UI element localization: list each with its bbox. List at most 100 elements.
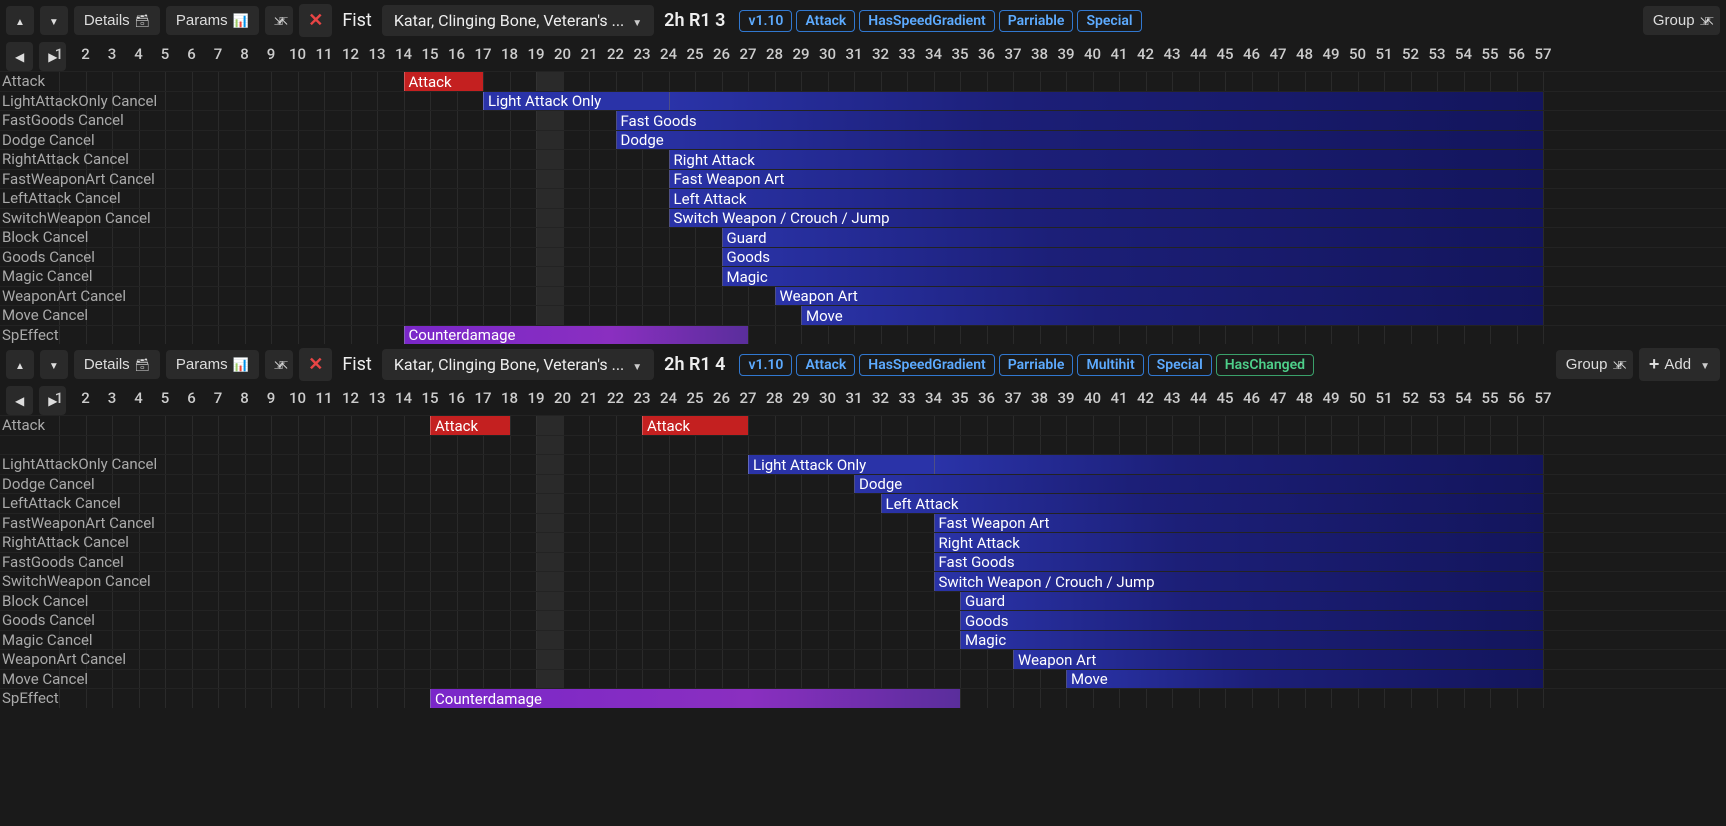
ruler-tick: 50 <box>1349 389 1366 407</box>
timeline-bar[interactable]: Fast Weapon Art <box>669 170 1544 189</box>
group-button[interactable]: Group <box>1556 350 1633 379</box>
collapse-button[interactable] <box>265 6 293 35</box>
ruler-tick: 29 <box>792 389 809 407</box>
ruler-tick: 20 <box>554 389 571 407</box>
ruler-tick: 9 <box>267 389 276 407</box>
timeline-bar[interactable]: Light Attack Only <box>748 455 934 474</box>
ruler-tick: 45 <box>1216 389 1233 407</box>
ruler-tick: 24 <box>660 45 677 63</box>
ruler-tick: 44 <box>1190 45 1207 63</box>
move-down-button[interactable] <box>40 350 68 379</box>
tag-haschanged[interactable]: HasChanged <box>1216 354 1314 376</box>
timeline-bar[interactable]: Left Attack <box>881 494 1544 513</box>
timeline-bar[interactable]: Right Attack <box>934 533 1544 552</box>
timeline-bar[interactable]: Left Attack <box>669 189 1544 208</box>
timeline-bar[interactable]: Guard <box>722 228 1544 247</box>
add-button[interactable]: Add <box>1639 348 1720 381</box>
row-label: Move Cancel <box>0 306 88 324</box>
timeline-bar[interactable]: Fast Goods <box>934 553 1544 572</box>
timeline-bar[interactable]: Fast Weapon Art <box>934 514 1544 533</box>
chart-icon <box>233 356 249 373</box>
tag-attack[interactable]: Attack <box>796 10 855 32</box>
plus-icon <box>1649 354 1660 375</box>
tag-special[interactable]: Special <box>1148 354 1212 376</box>
timeline-bar[interactable]: Goods <box>960 611 1543 630</box>
tag-parriable[interactable]: Parriable <box>999 354 1074 376</box>
timeline-row: FastGoods CancelFast Goods <box>0 110 1726 130</box>
timeline-bar[interactable]: Light Attack Only <box>483 92 669 111</box>
collapse-button[interactable] <box>265 350 293 379</box>
params-button[interactable]: Params <box>166 350 259 379</box>
tag-hasspeedgradient[interactable]: HasSpeedGradient <box>859 354 994 376</box>
ruler-tick: 23 <box>633 389 650 407</box>
timeline-bar[interactable]: Counterdamage <box>430 689 960 708</box>
ruler-tick: 54 <box>1455 389 1472 407</box>
timeline-chart[interactable]: AttackAttackAttackLightAttackOnly Cancel… <box>0 415 1726 708</box>
ruler-tick: 2 <box>81 45 90 63</box>
timeline-bar[interactable]: Switch Weapon / Crouch / Jump <box>934 572 1544 591</box>
ruler-tick: 4 <box>134 389 143 407</box>
frame-ruler[interactable]: 1234567891011121314151617181920212223242… <box>80 41 1726 71</box>
ruler-tick: 56 <box>1508 389 1525 407</box>
tag-v1.10[interactable]: v1.10 <box>739 10 792 32</box>
ruler-tick: 13 <box>368 45 385 63</box>
timeline-bar[interactable] <box>669 92 1544 111</box>
ruler-tick: 40 <box>1084 389 1101 407</box>
tag-multihit[interactable]: Multihit <box>1077 354 1143 376</box>
prev-button[interactable] <box>6 42 33 71</box>
timeline-row: Goods CancelGoods <box>0 610 1726 630</box>
timeline-bar[interactable]: Guard <box>960 592 1543 611</box>
row-label: Block Cancel <box>0 592 88 610</box>
timeline-bar[interactable]: Attack <box>404 72 484 91</box>
timeline-bar[interactable]: Goods <box>722 248 1544 267</box>
prev-button[interactable] <box>6 386 33 415</box>
group-button[interactable]: Group <box>1643 6 1720 35</box>
timeline-bar[interactable]: Attack <box>430 416 510 435</box>
ruler-tick: 39 <box>1057 45 1074 63</box>
ruler-tick: 14 <box>395 45 412 63</box>
timeline-bar[interactable]: Attack <box>642 416 748 435</box>
timeline-bar[interactable]: Dodge <box>616 131 1544 150</box>
ruler-tick: 41 <box>1110 45 1127 63</box>
details-button[interactable]: Details <box>74 350 160 379</box>
ruler-tick: 6 <box>187 389 196 407</box>
row-label: FastWeaponArt Cancel <box>0 514 155 532</box>
tag-special[interactable]: Special <box>1077 10 1141 32</box>
timeline-bar[interactable]: Weapon Art <box>1013 650 1543 669</box>
row-label: LeftAttack Cancel <box>0 189 121 207</box>
timeline-bar[interactable]: Magic <box>960 631 1543 650</box>
weapon-dropdown[interactable]: Katar, Clinging Bone, Veteran's ... <box>382 349 654 380</box>
timeline-bar[interactable]: Dodge <box>854 475 1543 494</box>
close-button[interactable]: ✕ <box>299 348 332 381</box>
details-button[interactable]: Details <box>74 6 160 35</box>
bar-label: Switch Weapon / Crouch / Jump <box>939 573 1155 591</box>
timeline-bar[interactable]: Weapon Art <box>775 287 1544 306</box>
ruler-tick: 38 <box>1031 389 1048 407</box>
weapon-dropdown[interactable]: Katar, Clinging Bone, Veteran's ... <box>382 5 654 36</box>
timeline-bar[interactable]: Fast Goods <box>616 111 1544 130</box>
tag-parriable[interactable]: Parriable <box>999 10 1074 32</box>
timeline-bar[interactable]: Magic <box>722 267 1544 286</box>
chevron-up-icon <box>15 356 25 373</box>
timeline-bar[interactable]: Switch Weapon / Crouch / Jump <box>669 209 1544 228</box>
move-up-button[interactable] <box>6 6 34 35</box>
timeline-bar[interactable]: Right Attack <box>669 150 1544 169</box>
close-button[interactable]: ✕ <box>299 4 332 37</box>
move-up-button[interactable] <box>6 350 34 379</box>
tag-hasspeedgradient[interactable]: HasSpeedGradient <box>859 10 994 32</box>
params-button[interactable]: Params <box>166 6 259 35</box>
tag-attack[interactable]: Attack <box>796 354 855 376</box>
frame-ruler[interactable]: 1234567891011121314151617181920212223242… <box>80 385 1726 415</box>
tag-container: v1.10AttackHasSpeedGradientParriableMult… <box>735 357 1314 373</box>
bar-label: Weapon Art <box>780 287 858 305</box>
ruler-tick: 42 <box>1137 389 1154 407</box>
timeline-bar[interactable] <box>934 455 1544 474</box>
timeline-chart[interactable]: AttackAttackLightAttackOnly CancelLight … <box>0 71 1726 344</box>
bar-label: Attack <box>435 417 478 435</box>
timeline-bar[interactable]: Move <box>801 306 1543 325</box>
timeline-bar[interactable]: Counterdamage <box>404 326 749 345</box>
tag-v1.10[interactable]: v1.10 <box>739 354 792 376</box>
timeline-bar[interactable]: Move <box>1066 670 1543 689</box>
ruler-tick: 11 <box>315 389 332 407</box>
move-down-button[interactable] <box>40 6 68 35</box>
